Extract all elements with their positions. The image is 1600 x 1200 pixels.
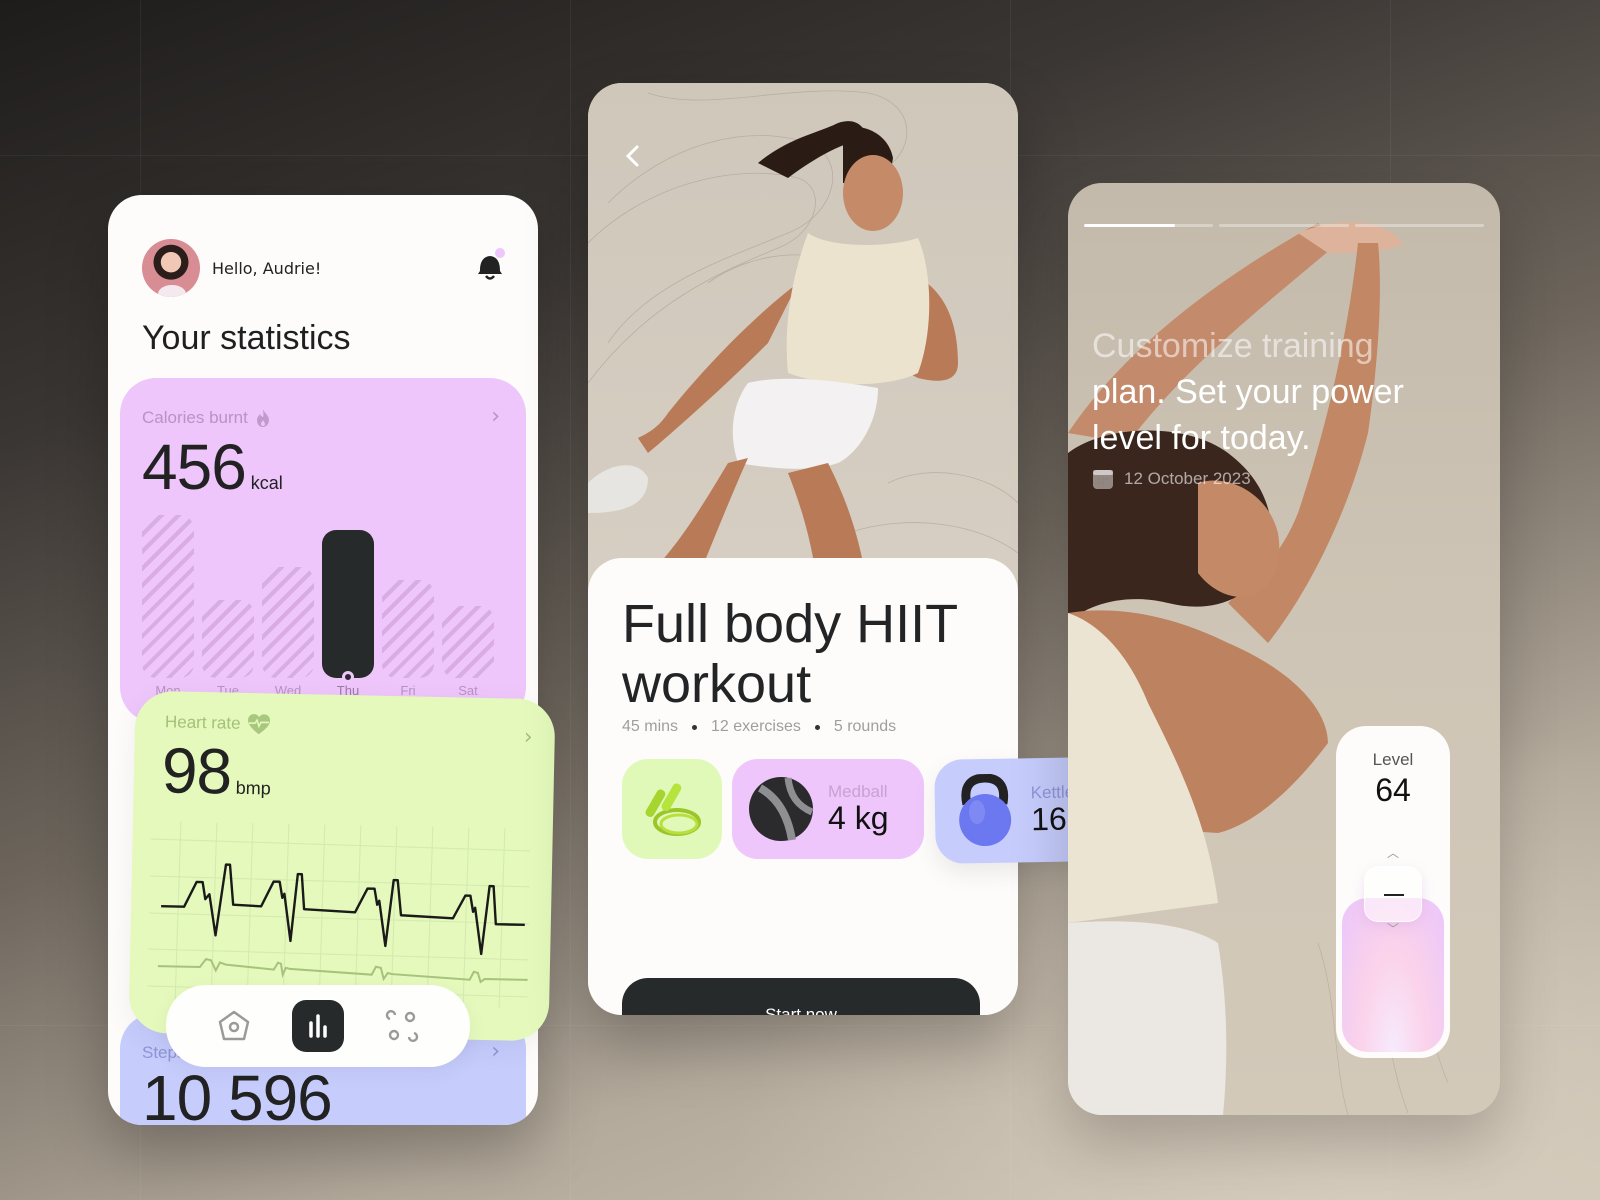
workout-meta: 45 mins 12 exercises 5 rounds xyxy=(622,718,896,736)
medball-label: Medball xyxy=(828,781,888,801)
workout-title-line1: Full body HIIT xyxy=(622,594,959,654)
workout-screen: Full body HIIT workout 45 mins 12 exerci… xyxy=(588,83,1018,1015)
stats-icon xyxy=(309,1014,327,1038)
calendar-icon xyxy=(1093,470,1113,489)
level-slider-handle[interactable] xyxy=(1364,866,1422,922)
story-progress xyxy=(1084,224,1484,227)
heart-rate-number: 98 xyxy=(161,734,232,808)
jump-rope-icon xyxy=(645,783,701,836)
heart-rate-label-text: Heart rate xyxy=(164,712,241,733)
bar-selected-dot xyxy=(342,671,354,683)
heart-pulse-icon xyxy=(247,714,270,735)
headline-line3: level for today. xyxy=(1092,419,1311,457)
steps-value: 10 596 xyxy=(142,1061,333,1125)
calories-bar-chart xyxy=(142,508,494,683)
calories-number: 456 xyxy=(142,431,247,503)
customize-screen: Customize training plan. Set your power … xyxy=(1068,183,1500,1115)
level-slider[interactable]: Level 64 ︿ ﹀ xyxy=(1336,726,1450,1058)
calories-card[interactable]: Calories burnt › 456 kcal Mon Tue Wed Thu Fr… xyxy=(120,378,526,723)
date-text: 12 October 2023 xyxy=(1124,469,1251,488)
separator-dot xyxy=(814,724,820,730)
flame-icon xyxy=(256,409,269,427)
greeting-row: Hello, Audrie! xyxy=(142,239,321,297)
bell-icon[interactable] xyxy=(474,247,506,283)
calories-value: 456 kcal xyxy=(142,430,283,504)
ecg-grid xyxy=(147,821,531,1009)
equipment-medball[interactable]: Medball 4 kg xyxy=(732,759,924,859)
nav-scan-button[interactable] xyxy=(376,1000,428,1052)
calories-unit: kcal xyxy=(250,473,283,493)
workout-title-line2: workout xyxy=(622,654,812,714)
background-grid-line xyxy=(570,0,571,1200)
back-chevron-icon[interactable] xyxy=(618,141,648,171)
page-title: Your statistics xyxy=(142,319,351,357)
heart-rate-value: 98 bmp xyxy=(161,733,272,809)
calories-label: Calories burnt xyxy=(142,408,272,428)
bar-thu[interactable] xyxy=(322,529,374,683)
bar-sat[interactable] xyxy=(442,606,494,678)
day-label-sat: Sat xyxy=(458,683,478,698)
bar-mon[interactable] xyxy=(142,515,194,678)
equipment-jump-rope[interactable] xyxy=(622,759,722,859)
date-row: 12 October 2023 xyxy=(1092,468,1251,490)
heart-rate-unit: bmp xyxy=(235,777,272,799)
nav-home-button[interactable] xyxy=(208,1000,260,1052)
bottom-nav xyxy=(166,985,470,1067)
ecg-baseline xyxy=(157,958,528,984)
avatar[interactable] xyxy=(142,239,200,297)
rounds-text: 5 rounds xyxy=(833,718,897,735)
workout-title: Full body HIIT workout xyxy=(622,594,1002,714)
start-now-button[interactable]: Start now xyxy=(622,978,980,1015)
level-value: 64 xyxy=(1375,772,1411,808)
greeting-text: Hello, Audrie! xyxy=(212,258,322,278)
duration-text: 45 mins xyxy=(622,718,679,735)
chevron-down-icon[interactable]: ﹀ xyxy=(1387,920,1399,937)
medball-icon xyxy=(749,777,814,841)
exercises-text: 12 exercises xyxy=(711,718,801,735)
story-progress-segment xyxy=(1084,224,1214,227)
nav-stats-button[interactable] xyxy=(292,1000,344,1052)
medball-text: Medball 4 kg xyxy=(828,782,888,837)
headline-line2: plan. Set your power xyxy=(1092,373,1404,411)
heart-rate-label: Heart rate xyxy=(165,711,271,735)
chevron-up-icon[interactable]: ︿ xyxy=(1387,844,1399,861)
separator-dot xyxy=(692,724,698,730)
bar-fri[interactable] xyxy=(382,580,434,678)
steps-number: 10 596 xyxy=(142,1062,333,1125)
story-progress-segment xyxy=(1354,224,1484,227)
calories-label-text: Calories burnt xyxy=(142,408,248,427)
customize-headline: Customize training plan. Set your power … xyxy=(1092,323,1472,461)
heart-rate-chevron-right-icon[interactable]: › xyxy=(524,725,533,750)
level-label: Level xyxy=(1372,750,1414,769)
story-progress-segment xyxy=(1219,224,1349,227)
medball-weight: 4 kg xyxy=(828,799,889,836)
calories-chevron-right-icon[interactable]: › xyxy=(491,404,500,429)
kettlebell-icon xyxy=(959,773,1012,847)
ecg-chart xyxy=(147,821,531,1009)
headline-line1: Customize training xyxy=(1092,327,1374,365)
bar-wed[interactable] xyxy=(262,567,314,678)
steps-chevron-right-icon[interactable]: › xyxy=(491,1039,500,1064)
home-icon xyxy=(218,1010,250,1041)
scan-icon xyxy=(385,1009,419,1043)
bar-tue[interactable] xyxy=(202,599,254,678)
